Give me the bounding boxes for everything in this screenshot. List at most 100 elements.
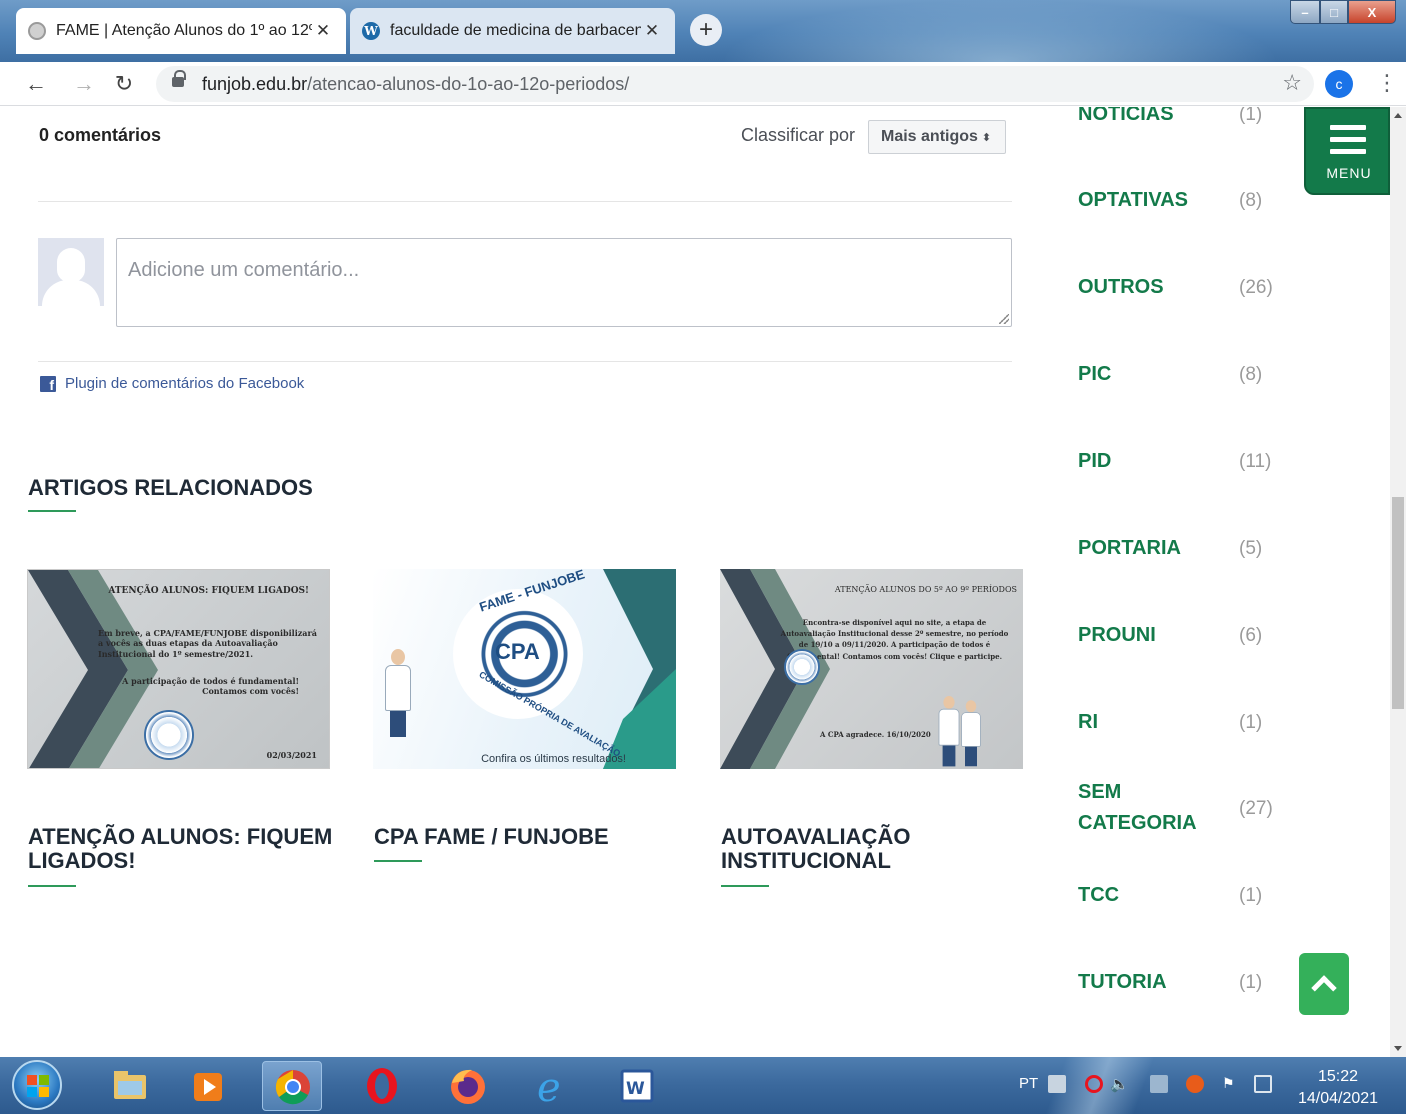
lock-icon — [172, 70, 186, 90]
reload-icon[interactable]: ↻ — [108, 68, 140, 100]
category-count: (1) — [1239, 972, 1263, 993]
article-thumbnail-2[interactable]: FAME - FUNJOBE CPA COMISSÃO PRÓPRIA DE A… — [373, 569, 676, 769]
back-to-top-button[interactable] — [1299, 953, 1349, 1015]
category-count: (8) — [1239, 190, 1263, 211]
related-articles-heading: ARTIGOS RELACIONADOS — [28, 475, 313, 500]
scrollbar-thumb[interactable] — [1392, 497, 1404, 709]
internet-explorer-icon[interactable]: e — [522, 1061, 582, 1111]
category-count: (11) — [1239, 451, 1272, 472]
heading-underline — [28, 510, 76, 512]
title-underline — [374, 860, 422, 862]
thumbnail-date: 02/03/2021 — [266, 750, 317, 760]
category-count: (1) — [1239, 885, 1263, 906]
category-count: (6) — [1239, 625, 1263, 646]
logo-text: CPA — [495, 639, 540, 664]
article-thumbnail-1[interactable]: ATENÇÃO ALUNOS: FIQUEM LIGADOS! Em breve… — [27, 569, 330, 769]
close-tab-icon[interactable]: ✕ — [641, 21, 663, 41]
more-options-icon[interactable]: ⋮ — [1376, 68, 1398, 98]
thumbnail-heading: ATENÇÃO ALUNOS DO 5º AO 9º PERÍODOS — [834, 585, 1017, 594]
title-underline — [28, 885, 76, 887]
opera-icon[interactable] — [352, 1061, 412, 1111]
alert-icon[interactable] — [1186, 1075, 1204, 1093]
explorer-icon[interactable] — [100, 1061, 160, 1111]
back-arrow-icon[interactable]: ← — [20, 68, 52, 100]
doctor-illustration-icon — [383, 649, 413, 739]
resize-handle-icon[interactable] — [999, 314, 1009, 324]
facebook-plugin-label: Plugin de comentários do Facebook — [65, 375, 305, 392]
minimize-button[interactable]: – — [1290, 0, 1320, 24]
network-icon[interactable] — [1150, 1075, 1168, 1093]
close-tab-icon[interactable]: ✕ — [312, 21, 334, 41]
fame-icon — [28, 22, 46, 40]
action-center-flag-icon[interactable]: ⚑ — [1222, 1075, 1240, 1093]
divider — [38, 361, 1012, 362]
opera-tray-icon[interactable] — [1085, 1075, 1103, 1093]
category-count: (27) — [1239, 798, 1273, 819]
show-desktop-icon[interactable] — [1254, 1075, 1272, 1093]
thumbnail-body: Em breve, a CPA/FAME/FUNJOBE disponibili… — [98, 628, 317, 659]
profile-avatar[interactable]: c — [1325, 70, 1353, 98]
volume-icon[interactable]: 🔈 — [1110, 1075, 1129, 1093]
category-prouni[interactable]: PROUNI — [1078, 620, 1156, 651]
facebook-icon: f — [40, 375, 56, 393]
media-player-icon[interactable] — [180, 1061, 240, 1111]
keyboard-icon[interactable] — [1048, 1075, 1066, 1093]
maximize-button[interactable]: □ — [1320, 0, 1348, 24]
article-title-3[interactable]: AUTOAVALIAÇÃO INSTITUCIONAL — [721, 825, 1021, 873]
article-thumbnail-3[interactable]: ATENÇÃO ALUNOS DO 5º AO 9º PERÍODOS Enco… — [720, 569, 1023, 769]
menu-label: MENU — [1326, 165, 1372, 181]
close-window-button[interactable]: X — [1348, 0, 1396, 24]
scroll-down-arrow-icon[interactable] — [1394, 1046, 1402, 1051]
language-indicator[interactable]: PT — [1019, 1075, 1038, 1092]
wordpress-icon: W — [362, 22, 380, 40]
tab-fame[interactable]: FAME | Atenção Alunos do 1º ao 12º ✕ — [16, 8, 346, 54]
menu-button[interactable]: MENU — [1304, 107, 1390, 195]
category-outros[interactable]: OUTROS — [1078, 272, 1164, 303]
page-scrollbar[interactable] — [1390, 107, 1406, 1057]
article-title-2[interactable]: CPA FAME / FUNJOBE — [374, 825, 674, 849]
category-count: (5) — [1239, 538, 1263, 559]
divider — [38, 201, 1012, 202]
title-underline — [721, 885, 769, 887]
chrome-icon[interactable] — [262, 1061, 322, 1111]
facebook-plugin-link[interactable]: f Plugin de comentários do Facebook — [40, 375, 305, 393]
comment-placeholder: Adicione um comentário... — [128, 259, 360, 281]
doctor-illustration-icon — [937, 696, 961, 768]
cpa-seal-icon — [144, 710, 194, 760]
bookmark-star-icon[interactable]: ☆ — [1282, 70, 1302, 96]
thumbnail-heading: ATENÇÃO ALUNOS: FIQUEM LIGADOS! — [108, 586, 309, 596]
comment-input[interactable]: Adicione um comentário... — [116, 238, 1012, 327]
start-button[interactable] — [12, 1060, 62, 1110]
word-icon[interactable]: W — [608, 1061, 668, 1111]
firefox-icon[interactable] — [438, 1061, 498, 1111]
category-optativas[interactable]: OPTATIVAS — [1078, 185, 1188, 216]
new-tab-button[interactable]: + — [690, 14, 722, 46]
article-title-1[interactable]: ATENÇÃO ALUNOS: FIQUEM LIGADOS! — [28, 825, 348, 873]
doctor-illustration-icon — [960, 700, 983, 768]
cpa-seal-icon — [784, 649, 820, 685]
clock-time: 15:22 — [1317, 1068, 1359, 1085]
category-pic[interactable]: PIC — [1078, 359, 1111, 390]
category-noticias[interactable]: NOTÍCIAS — [1078, 107, 1174, 130]
category-tutoria[interactable]: TUTORIA — [1078, 967, 1167, 998]
category-ri[interactable]: RI — [1078, 707, 1098, 738]
category-tcc[interactable]: TCC — [1078, 880, 1119, 911]
category-count: (8) — [1239, 364, 1263, 385]
forward-arrow-icon[interactable]: → — [68, 68, 100, 100]
tab-title: FAME | Atenção Alunos do 1º ao 12º — [56, 22, 312, 39]
address-bar[interactable]: funjob.edu.br/atencao-alunos-do-1o-ao-12… — [156, 66, 1314, 102]
category-pid[interactable]: PID — [1078, 446, 1111, 477]
category-portaria[interactable]: PORTARIA — [1078, 533, 1181, 564]
scroll-up-arrow-icon[interactable] — [1394, 113, 1402, 118]
thumbnail-footer: A CPA agradece. 16/10/2020 — [820, 730, 931, 739]
svg-text:W: W — [626, 1079, 645, 1099]
system-clock[interactable]: 15:22 14/04/2021 — [1290, 1066, 1386, 1110]
category-sem-categoria[interactable]: SEM CATEGORIA — [1078, 777, 1208, 839]
sort-label: Classificar por — [741, 125, 856, 145]
comments-count: 0 comentários — [39, 125, 162, 145]
tab-wordpress[interactable]: W faculdade de medicina de barbacena ✕ — [350, 8, 675, 54]
sort-select[interactable]: Mais antigos ⬍ — [868, 120, 1006, 154]
svg-text:e: e — [537, 1065, 561, 1111]
url-text: funjob.edu.br/atencao-alunos-do-1o-ao-12… — [202, 74, 630, 94]
chevron-up-icon — [1311, 975, 1337, 1001]
